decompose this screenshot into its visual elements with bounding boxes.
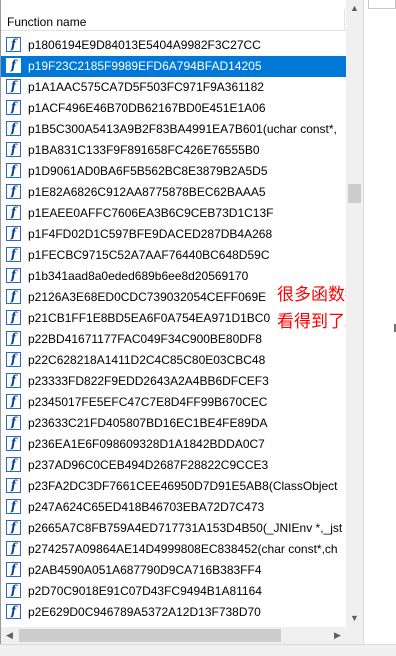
function-icon: f	[6, 436, 21, 451]
function-icon: f	[6, 604, 21, 619]
function-icon: f	[6, 415, 21, 430]
column-header-function-name[interactable]: Function name	[7, 15, 86, 29]
function-icon: f	[6, 142, 21, 157]
function-name-label: p22C628218A1411D2C4C85C80E03CBC48	[28, 353, 266, 367]
function-name-label: p1F4FD02D1C597BFE9DACED287DB4A268	[28, 227, 273, 241]
function-list-item[interactable]: f p1BA831C133F9F891658FC426E76555B0	[1, 140, 346, 161]
function-list-item[interactable]: f p19F23C2185F9989EFD6A794BFAD14205	[1, 56, 346, 77]
function-icon: f	[6, 226, 21, 241]
adjacent-pane-frame	[368, 0, 396, 9]
function-list-item[interactable]: f p236EA1E6F098609328D1A1842BDDA0C7	[1, 434, 346, 455]
function-name-label: p237AD96C0CEB494D2687F28822C9CCE3	[28, 458, 269, 472]
function-name-label: p247A624C65ED418B46703EBA72D7C473	[28, 500, 265, 514]
function-name-label: p1BA831C133F9F891658FC426E76555B0	[28, 143, 260, 157]
function-list-item[interactable]: f p2345017FE5EFC47C7E8D4FF99B670CEC	[1, 392, 346, 413]
status-strip	[0, 644, 396, 656]
function-list-item[interactable]: f p237AD96C0CEB494D2687F28822C9CCE3	[1, 455, 346, 476]
function-list-item[interactable]: f p1F4FD02D1C597BFE9DACED287DB4A268	[1, 224, 346, 245]
function-name-label: p2AB4590A051A687790D9CA716B383FF4	[28, 563, 262, 577]
column-header[interactable]: Function name	[1, 9, 346, 31]
function-name-label: p1b341aad8a0eded689b6ee8d20569170	[28, 269, 249, 283]
function-icon: f	[6, 583, 21, 598]
function-icon: f	[6, 310, 21, 325]
function-name-label: p23FA2DC3DF7661CEE46950D7D91E5AB8(ClassO…	[28, 479, 338, 493]
function-list-item[interactable]: f p1FECBC9715C52A7AAF76440BC648D59C	[1, 245, 346, 266]
function-icon: f	[6, 457, 21, 472]
function-list-item[interactable]: f p23FA2DC3DF7661CEE46950D7D91E5AB8(Class…	[1, 476, 346, 497]
function-icon: f	[6, 58, 21, 73]
functions-window: Function name f p1806194E9D84013E5404A998…	[0, 0, 396, 656]
function-list-item[interactable]: f p22C628218A1411D2C4C85C80E03CBC48	[1, 350, 346, 371]
function-list-item[interactable]: f p1D9061AD0BA6F5B562BC8E3879B2A5D5	[1, 161, 346, 182]
function-list-item[interactable]: f p1E82A6826C912AA8775878BEC62BAAA5	[1, 182, 346, 203]
function-icon: f	[6, 541, 21, 556]
scroll-right-icon[interactable]: ▶	[329, 627, 346, 644]
column-divider[interactable]	[344, 9, 345, 30]
function-list-item[interactable]: f p2665A7C8FB759A4ED717731A153D4B50(_JNIE…	[1, 518, 346, 539]
function-name-label: p1D9061AD0BA6F5B562BC8E3879B2A5D5	[28, 164, 268, 178]
function-icon: f	[6, 331, 21, 346]
function-icon: f	[6, 394, 21, 409]
function-name-label: p1EAEE0AFFC7606EA3B6C9CEB73D1C13F	[28, 206, 274, 220]
scroll-down-icon[interactable]: ▼	[346, 610, 363, 627]
function-icon: f	[6, 499, 21, 514]
function-list-item[interactable]: f p23333FD822F9EDD2643A2A4BB6DFCEF3	[1, 371, 346, 392]
function-icon: f	[6, 352, 21, 367]
function-icon: f	[6, 121, 21, 136]
function-name-label: p1E82A6826C912AA8775878BEC62BAAA5	[28, 185, 266, 199]
function-icon: f	[6, 37, 21, 52]
function-icon: f	[6, 289, 21, 304]
function-name-label: p21CB1FF1E8BD5EA6F0A754EA971D1BC0	[28, 311, 271, 325]
function-name-label: p2345017FE5EFC47C7E8D4FF99B670CEC	[28, 395, 268, 409]
function-icon: f	[6, 562, 21, 577]
function-name-label: p2126A3E68ED0CDC739032054CEFF069E	[28, 290, 267, 304]
scroll-left-icon[interactable]: ◀	[1, 627, 18, 644]
function-icon: f	[6, 184, 21, 199]
function-name-label: p23633C21FD405807BD16EC1BE4FE89DA	[28, 416, 268, 430]
function-icon: f	[6, 79, 21, 94]
function-list-item[interactable]: f p1B5C300A5413A9B2F83BA4991EA7B601(uchar…	[1, 119, 346, 140]
function-icon: f	[6, 247, 21, 262]
function-icon: f	[6, 163, 21, 178]
function-icon: f	[6, 373, 21, 388]
function-name-label: p274257A09864AE14D4999808EC838452(char c…	[28, 542, 338, 556]
function-name-label: p1FECBC9715C52A7AAF76440BC648D59C	[28, 248, 270, 262]
function-list-item[interactable]: f p23633C21FD405807BD16EC1BE4FE89DA	[1, 413, 346, 434]
function-name-label: p1A1AAC575CA7D5F503FC971F9A361182	[28, 80, 264, 94]
function-list-item[interactable]: f p1ACF496E46B70DB62167BD0E451E1A06	[1, 98, 346, 119]
function-list-item[interactable]: f p2E629D0C946789A5372A12D13F738D70	[1, 602, 346, 623]
function-name-label: p1806194E9D84013E5404A9982F3C27CC	[28, 38, 261, 52]
function-list-item[interactable]: f p1EAEE0AFFC7606EA3B6C9CEB73D1C13F	[1, 203, 346, 224]
function-list-item[interactable]: f p274257A09864AE14D4999808EC838452(char …	[1, 539, 346, 560]
scrollbar-corner	[346, 627, 363, 644]
function-name-label: p1ACF496E46B70DB62167BD0E451E1A06	[28, 101, 266, 115]
scroll-up-icon[interactable]: ▲	[346, 0, 363, 17]
function-list-item[interactable]: f p2AB4590A051A687790D9CA716B383FF4	[1, 560, 346, 581]
function-list-item[interactable]: f p247A624C65ED418B46703EBA72D7C473	[1, 497, 346, 518]
horizontal-scrollbar[interactable]: ◀ ▶	[1, 627, 346, 644]
horizontal-scroll-thumb[interactable]	[19, 629, 281, 642]
function-icon: f	[6, 100, 21, 115]
vertical-scroll-thumb[interactable]	[348, 184, 361, 203]
function-name-label: p236EA1E6F098609328D1A1842BDDA0C7	[28, 437, 265, 451]
function-name-label: p22BD41671177FAC049F34C900BE80DF8	[28, 332, 262, 346]
function-icon: f	[6, 520, 21, 535]
function-name-label: p23333FD822F9EDD2643A2A4BB6DFCEF3	[28, 374, 269, 388]
function-icon: f	[6, 268, 21, 283]
function-list-item[interactable]: f p2D70C9018E91C07D43FC9494B1A81164	[1, 581, 346, 602]
function-icon: f	[6, 478, 21, 493]
function-name-label: p2E629D0C946789A5372A12D13F738D70	[28, 605, 261, 619]
function-name-label: p2665A7C8FB759A4ED717731A153D4B50(_JNIEn…	[28, 521, 343, 535]
vertical-scrollbar[interactable]: ▲ ▼	[346, 0, 363, 627]
function-name-label: p1B5C300A5413A9B2F83BA4991EA7B601(uchar …	[28, 122, 337, 136]
adjacent-pane	[363, 0, 396, 656]
function-name-label: p2D70C9018E91C07D43FC9494B1A81164	[28, 584, 262, 598]
function-list-item[interactable]: f p1A1AAC575CA7D5F503FC971F9A361182	[1, 77, 346, 98]
function-name-label: p19F23C2185F9989EFD6A794BFAD14205	[28, 59, 262, 73]
function-list-item[interactable]: f p1806194E9D84013E5404A9982F3C27CC	[1, 35, 346, 56]
function-icon: f	[6, 205, 21, 220]
